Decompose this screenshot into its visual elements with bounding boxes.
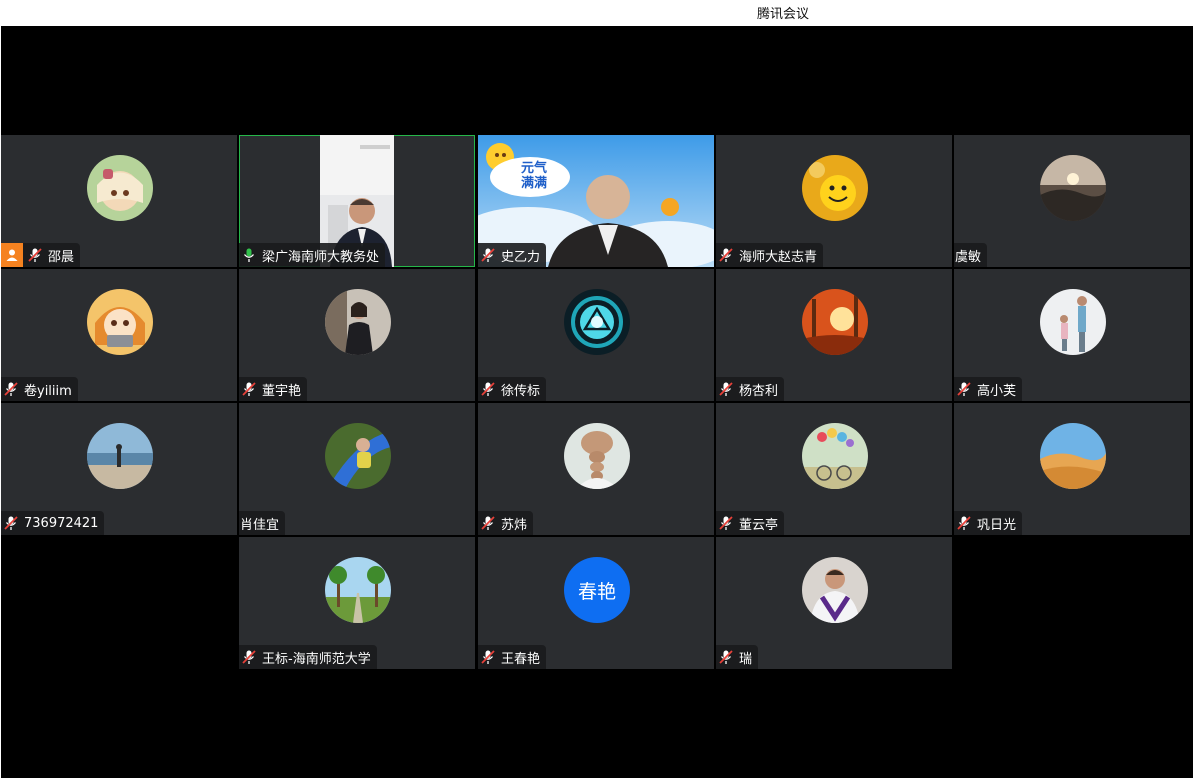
initials-avatar: 春艳 [564, 557, 630, 623]
balloons-bicycle-icon [802, 423, 868, 489]
mother-child-icon [1040, 289, 1106, 355]
participant-namebar: 梁广海南师大教务处 [239, 243, 386, 267]
football-player-icon [802, 557, 868, 623]
anime-girl-icon [87, 155, 153, 221]
palm-road-icon [325, 557, 391, 623]
braid-hair-icon [564, 423, 630, 489]
participant-namebar: 卷yiliim [1, 377, 78, 401]
participant-namebar: 董宇艳 [239, 377, 308, 401]
participant-tile[interactable]: 巩日光 [954, 403, 1190, 535]
participant-namebar: 董云亭 [716, 511, 785, 535]
participant-name: 瑞 [739, 651, 753, 667]
mic-muted-icon [481, 382, 495, 396]
arc-reactor-icon [564, 289, 630, 355]
participant-tile[interactable]: 元气 满满 史乙力 [478, 135, 714, 267]
participant-tile[interactable]: 董云亭 [716, 403, 952, 535]
participant-namebar: 海师大赵志青 [716, 243, 824, 267]
app-title: 腾讯会议 [756, 7, 809, 22]
participant-name: 王春艳 [501, 651, 541, 667]
mic-muted-icon [28, 248, 42, 262]
participant-namebar: 高小芙 [954, 377, 1023, 401]
beach-person-icon [87, 423, 153, 489]
participant-name: 卷yiliim [24, 383, 72, 399]
mic-muted-icon [719, 248, 733, 262]
participant-tile[interactable]: 高小芙 [954, 269, 1190, 401]
mic-muted-icon [957, 382, 971, 396]
mic-muted-icon [481, 516, 495, 530]
participant-tile[interactable]: 杨杏利 [716, 269, 952, 401]
participant-namebar: 史乙力 [478, 243, 547, 267]
participant-namebar: 王标-海南师范大学 [239, 645, 377, 669]
mic-muted-icon [481, 248, 495, 262]
participant-tile[interactable]: 736972421 [1, 403, 237, 535]
participant-name: 史乙力 [501, 249, 541, 265]
participant-name: 高小芙 [977, 383, 1017, 399]
participant-name: 虞敏 [955, 249, 982, 265]
mic-muted-icon [4, 516, 18, 530]
mic-muted-icon [719, 382, 733, 396]
participant-name: 王标-海南师范大学 [262, 651, 371, 667]
participant-name: 肖佳宜 [240, 517, 280, 533]
participant-tile[interactable]: 春艳 王春艳 [478, 537, 714, 669]
host-icon [1, 243, 23, 267]
participant-tile[interactable]: 董宇艳 [239, 269, 475, 401]
participant-namebar: 苏炜 [478, 511, 534, 535]
mic-muted-icon [4, 382, 18, 396]
participant-name: 梁广海南师大教务处 [262, 249, 380, 265]
participant-tile[interactable]: 瑞 [716, 537, 952, 669]
video-grid: 邵晨 梁广海南师大教务处 元气 满满 史乙力 海师大赵志青 虞敏 卷yiliim… [1, 26, 1193, 778]
participant-name: 巩日光 [977, 517, 1017, 533]
participant-tile[interactable]: 肖佳宜 [239, 403, 475, 535]
mic-muted-icon [719, 516, 733, 530]
mic-muted-icon [481, 650, 495, 664]
participant-namebar: 杨杏利 [716, 377, 785, 401]
participant-name: 苏炜 [501, 517, 528, 533]
participant-name: 海师大赵志青 [739, 249, 818, 265]
mic-muted-icon [242, 382, 256, 396]
participant-name: 736972421 [24, 515, 99, 531]
participant-tile[interactable]: 邵晨 [1, 135, 237, 267]
participant-namebar: 瑞 [716, 645, 759, 669]
mic-muted-icon [242, 650, 256, 664]
mic-active-icon [243, 248, 255, 262]
participant-name: 董宇艳 [262, 383, 302, 399]
participant-name: 董云亭 [739, 517, 779, 533]
desert-dunes-icon [1040, 423, 1106, 489]
participant-name: 杨杏利 [739, 383, 779, 399]
participant-namebar: 徐传标 [478, 377, 547, 401]
sunset-landscape-icon [1040, 155, 1106, 221]
participant-name: 邵晨 [48, 249, 75, 265]
participant-namebar: 王春艳 [478, 645, 547, 669]
participant-tile[interactable]: 王标-海南师范大学 [239, 537, 475, 669]
mic-muted-icon [957, 516, 971, 530]
participant-namebar: 肖佳宜 [239, 511, 286, 535]
mic-muted-icon [719, 650, 733, 664]
participant-tile[interactable]: 徐传标 [478, 269, 714, 401]
participant-tile[interactable]: 苏炜 [478, 403, 714, 535]
smiley-face-icon [802, 155, 868, 221]
participant-tile[interactable]: 虞敏 [954, 135, 1190, 267]
title-bar: 腾讯会议 [0, 0, 1193, 26]
child-slide-icon [325, 423, 391, 489]
participant-namebar: 736972421 [1, 511, 105, 535]
participant-namebar: 虞敏 [954, 243, 988, 267]
participant-tile[interactable]: 卷yiliim [1, 269, 237, 401]
participant-tile-active-speaker[interactable]: 梁广海南师大教务处 [239, 135, 475, 267]
participant-tile[interactable]: 海师大赵志青 [716, 135, 952, 267]
video-overlay-text: 元气 满满 [520, 161, 547, 191]
person-portrait-icon [325, 289, 391, 355]
participant-name: 徐传标 [501, 383, 541, 399]
participant-namebar: 邵晨 [1, 243, 81, 267]
autumn-forest-icon [802, 289, 868, 355]
anime-girl-laptop-icon [87, 289, 153, 355]
participant-namebar: 巩日光 [954, 511, 1023, 535]
